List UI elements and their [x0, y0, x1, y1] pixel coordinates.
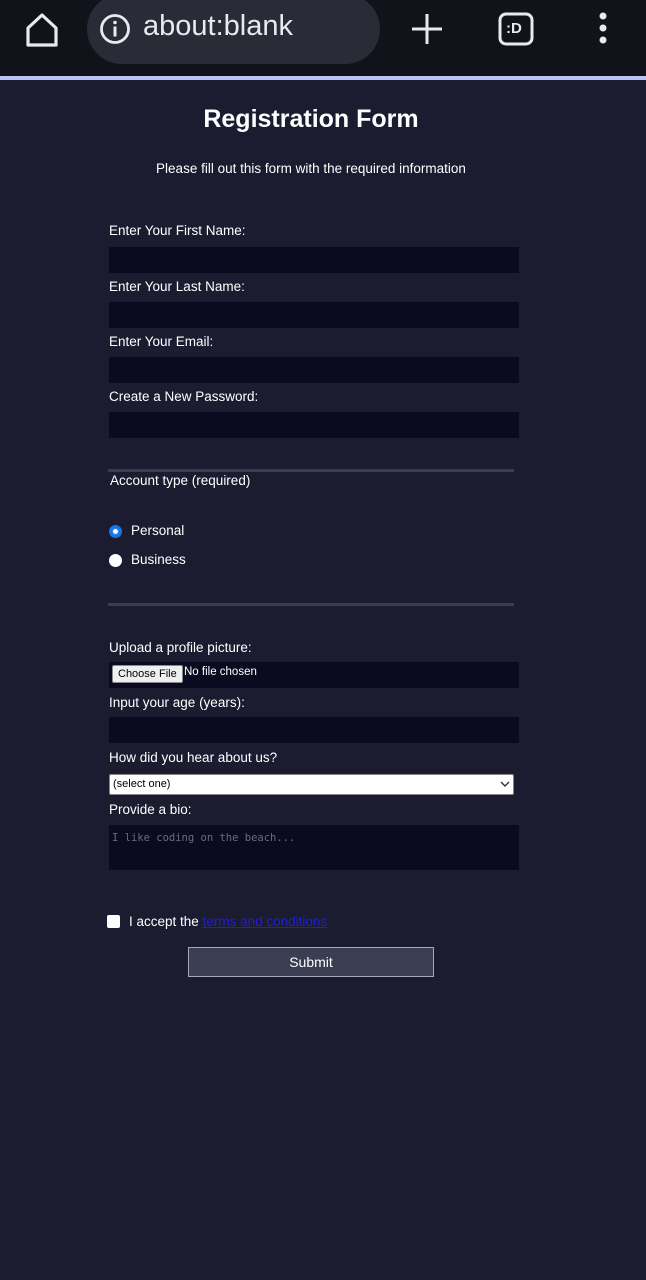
bio-placeholder: I like coding on the beach... — [112, 832, 296, 844]
password-input[interactable] — [109, 412, 519, 438]
terms-link[interactable]: terms and conditions — [203, 914, 328, 929]
accept-text: I accept the terms and conditions — [129, 914, 327, 929]
new-tab-icon[interactable] — [409, 11, 445, 47]
last-name-label: Enter Your Last Name: — [109, 279, 245, 294]
password-label: Create a New Password: — [109, 389, 259, 404]
radio-business-label[interactable]: Business — [131, 552, 186, 567]
referral-select[interactable]: (select one) — [109, 774, 514, 795]
radio-personal-label[interactable]: Personal — [131, 523, 184, 538]
tab-switcher-icon[interactable]: :D — [498, 12, 534, 46]
url-text[interactable]: about:blank — [143, 10, 293, 43]
referral-selected-value: (select one) — [113, 778, 171, 790]
file-upload-input[interactable]: Choose File No file chosen — [109, 662, 519, 688]
info-icon[interactable] — [99, 13, 131, 45]
last-name-input[interactable] — [109, 302, 519, 328]
first-name-label: Enter Your First Name: — [109, 223, 246, 238]
radio-business[interactable] — [109, 554, 122, 567]
file-status: No file chosen — [184, 666, 257, 678]
upload-label: Upload a profile picture: — [109, 640, 252, 655]
submit-button[interactable]: Submit — [188, 947, 434, 977]
home-icon[interactable] — [22, 10, 62, 50]
email-label: Enter Your Email: — [109, 334, 214, 349]
accept-label: I accept the — [129, 914, 199, 929]
bio-textarea[interactable]: I like coding on the beach... — [109, 825, 519, 870]
toolbar-divider — [0, 76, 646, 80]
form-title: Registration Form — [203, 105, 419, 133]
account-type-legend: Account type (required) — [110, 473, 251, 488]
overflow-menu-icon[interactable] — [595, 11, 611, 47]
browser-toolbar: about:blank :D — [0, 0, 646, 76]
terms-checkbox[interactable] — [107, 915, 120, 928]
chevron-down-icon — [500, 781, 510, 787]
fieldset-bottom-border — [108, 603, 514, 606]
form-subtitle: Please fill out this form with the requi… — [156, 161, 466, 176]
radio-personal[interactable] — [109, 525, 122, 538]
email-input[interactable] — [109, 357, 519, 383]
first-name-input[interactable] — [109, 247, 519, 273]
bio-label: Provide a bio: — [109, 802, 192, 817]
referral-label: How did you hear about us? — [109, 750, 278, 765]
fieldset-top-border — [108, 469, 514, 472]
tab-count: :D — [506, 20, 522, 37]
choose-file-button[interactable]: Choose File — [112, 665, 183, 683]
age-label: Input your age (years): — [109, 695, 245, 710]
age-input[interactable] — [109, 717, 519, 743]
